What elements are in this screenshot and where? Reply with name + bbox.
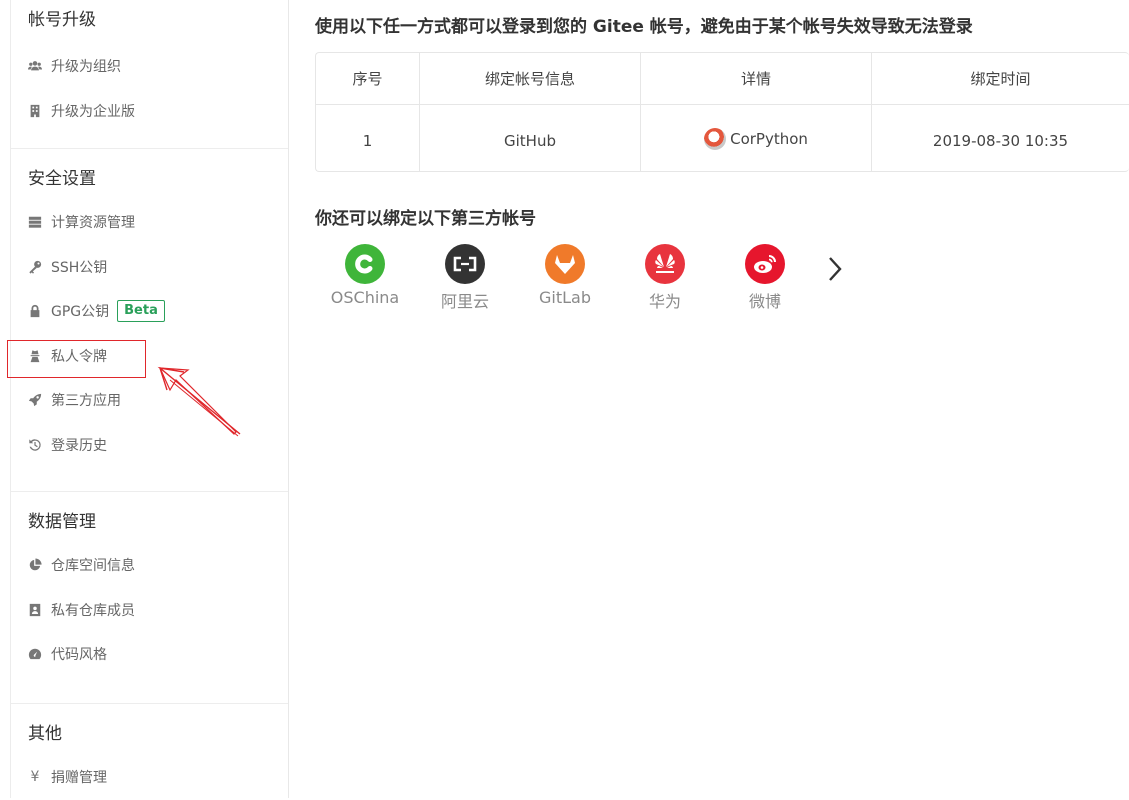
sidebar-item-label: 登录历史 — [51, 435, 107, 455]
section-title: 数据管理 — [11, 501, 288, 543]
table-header-row: 序号 绑定帐号信息 详情 绑定时间 — [316, 53, 1129, 105]
sidebar-item-ssh-keys[interactable]: SSH公钥 — [11, 245, 288, 290]
table-cell-index: 1 — [316, 105, 420, 173]
sidebar-item-donation[interactable]: ¥ 捐赠管理 — [11, 755, 288, 800]
provider-label: 阿里云 — [441, 288, 489, 312]
table-row: 1 GitHub CorPython 2019-08-30 10:35 — [316, 105, 1129, 173]
chevron-right-icon — [827, 255, 843, 283]
section-title: 安全设置 — [11, 158, 288, 200]
weibo-icon — [745, 244, 785, 284]
sidebar-item-label: 代码风格 — [51, 644, 107, 664]
sidebar-item-private-repo-members[interactable]: 私有仓库成员 — [11, 588, 288, 633]
dashboard-icon — [27, 646, 43, 662]
sidebar-item-label: 升级为企业版 — [51, 101, 135, 121]
sidebar-item-repo-space[interactable]: 仓库空间信息 — [11, 543, 288, 588]
user-secret-icon — [27, 348, 43, 364]
next-providers-button[interactable] — [815, 244, 855, 294]
avatar — [704, 128, 726, 150]
bound-accounts-table: 序号 绑定帐号信息 详情 绑定时间 1 GitHub CorPython — [315, 52, 1129, 172]
sidebar-item-gpg-keys[interactable]: GPG公钥 Beta — [11, 289, 288, 334]
section-security: 安全设置 计算资源管理 SSH公钥 GPG公钥 Beta 私人令牌 第三方应用 … — [11, 158, 288, 492]
provider-huawei[interactable]: 华为 — [615, 244, 715, 312]
provider-list: OSChina 阿里云 GitLab 华为 微博 — [315, 244, 855, 312]
sidebar-item-label: 计算资源管理 — [51, 212, 135, 232]
sidebar-item-label: 私有仓库成员 — [51, 600, 135, 620]
history-icon — [27, 437, 43, 453]
section-title: 帐号升级 — [11, 0, 288, 40]
server-icon — [27, 214, 43, 230]
provider-gitlab[interactable]: GitLab — [515, 244, 615, 312]
page-title: 使用以下任一方式都可以登录到您的 Gitee 帐号，避免由于某个帐号失效导致无法… — [315, 12, 973, 37]
sidebar-item-label: SSH公钥 — [51, 257, 107, 277]
aliyun-icon — [445, 244, 485, 284]
rocket-icon — [27, 392, 43, 408]
sidebar-item-label: GPG公钥 — [51, 301, 109, 321]
provider-label: OSChina — [331, 288, 399, 307]
sidebar-item-label: 升级为组织 — [51, 56, 121, 76]
sidebar-item-label: 私人令牌 — [51, 346, 107, 366]
table-cell-time: 2019-08-30 10:35 — [872, 105, 1129, 173]
section-title: 其他 — [11, 713, 288, 755]
gitlab-icon — [545, 244, 585, 284]
sidebar-item-code-style[interactable]: 代码风格 — [11, 632, 288, 677]
users-icon — [27, 58, 43, 74]
key-icon — [27, 259, 43, 275]
provider-label: 华为 — [649, 288, 681, 312]
oschina-icon — [345, 244, 385, 284]
table-cell-platform: GitHub — [420, 105, 641, 173]
sidebar-item-label: 捐赠管理 — [51, 767, 107, 787]
provider-weibo[interactable]: 微博 — [715, 244, 815, 312]
sidebar-item-label: 第三方应用 — [51, 390, 121, 410]
provider-oschina[interactable]: OSChina — [315, 244, 415, 312]
provider-aliyun[interactable]: 阿里云 — [415, 244, 515, 312]
lock-icon — [27, 303, 43, 319]
section-other: 其他 ¥ 捐赠管理 — [11, 713, 288, 800]
building-icon — [27, 103, 43, 119]
annotation-arrow — [150, 360, 245, 440]
bind-more-heading: 你还可以绑定以下第三方帐号 — [315, 204, 536, 229]
sidebar-item-upgrade-enterprise[interactable]: 升级为企业版 — [11, 89, 288, 134]
provider-label: 微博 — [749, 288, 781, 312]
column-header: 详情 — [641, 53, 872, 105]
contact-book-icon — [27, 602, 43, 618]
beta-badge: Beta — [117, 300, 165, 322]
pie-chart-icon — [27, 557, 43, 573]
section-account-upgrade: 帐号升级 升级为组织 升级为企业版 — [11, 0, 288, 149]
column-header: 绑定帐号信息 — [420, 53, 641, 105]
sidebar-item-upgrade-org[interactable]: 升级为组织 — [11, 44, 288, 89]
sidebar-item-compute-resources[interactable]: 计算资源管理 — [11, 200, 288, 245]
yen-icon: ¥ — [27, 769, 43, 785]
table-cell-details: CorPython — [641, 105, 872, 173]
huawei-icon — [645, 244, 685, 284]
sidebar-item-label: 仓库空间信息 — [51, 555, 135, 575]
column-header: 序号 — [316, 53, 420, 105]
bound-user[interactable]: CorPython — [704, 128, 808, 150]
column-header: 绑定时间 — [872, 53, 1129, 105]
section-data-management: 数据管理 仓库空间信息 私有仓库成员 代码风格 — [11, 501, 288, 704]
provider-label: GitLab — [539, 288, 591, 307]
bound-username: CorPython — [730, 130, 808, 148]
